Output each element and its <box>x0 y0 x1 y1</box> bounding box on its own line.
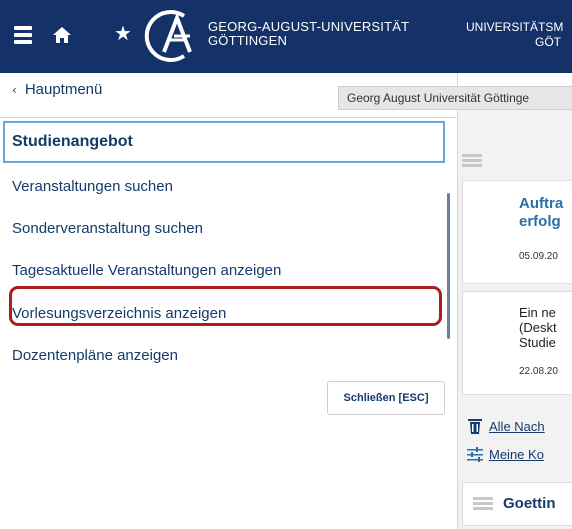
sliders-icon <box>467 447 483 462</box>
university-name-line1: GEORG-AUGUST-UNIVERSITÄT <box>208 19 410 34</box>
navigation-menu-panel: ‹ Hauptmenü Studienangebot Veranstaltung… <box>0 73 458 529</box>
all-messages-label: Alle Nach <box>489 418 545 434</box>
university-name: GEORG-AUGUST-UNIVERSITÄT GÖTTINGEN <box>208 20 409 48</box>
menu-item-search-special-events[interactable]: Sonderveranstaltung suchen <box>0 209 440 249</box>
back-to-main-menu[interactable]: ‹ Hauptmenü <box>12 81 102 98</box>
news-card[interactable]: Ein ne (Deskt Studie 22.08.20 <box>462 291 572 395</box>
my-settings-label: Meine Ko <box>489 446 544 462</box>
favorites-star-icon[interactable]: ★ <box>114 21 132 45</box>
portlet-title: Goettin <box>503 495 556 512</box>
scrollbar[interactable] <box>447 193 450 339</box>
news-card-text-line1: Ein ne <box>519 305 556 320</box>
drag-handle-icon[interactable] <box>462 154 482 157</box>
divider <box>0 117 458 118</box>
trash-icon <box>468 419 482 434</box>
drag-handle-icon[interactable] <box>473 497 493 500</box>
chevron-left-icon: ‹ <box>12 82 17 97</box>
menu-item-search-courses[interactable]: Veranstaltungen suchen <box>0 167 440 207</box>
header-right-title: UNIVERSITÄTSM GÖT <box>466 20 563 50</box>
university-name-line2: GÖTTINGEN <box>208 33 288 48</box>
hamburger-menu-icon[interactable] <box>14 26 32 44</box>
back-label: Hauptmenü <box>24 81 103 98</box>
menu-item-course-catalog[interactable]: Vorlesungsverzeichnis anzeigen <box>0 294 440 334</box>
news-card-title-line2: erfolg <box>519 213 561 230</box>
menu-item-todays-events[interactable]: Tagesaktuelle Veranstaltungen anzeigen <box>0 251 440 291</box>
news-card-text-line3: Studie <box>519 335 556 350</box>
header-right-line2: GÖT <box>535 35 561 49</box>
university-logo[interactable] <box>140 6 202 66</box>
close-button[interactable]: Schließen [ESC] <box>327 381 445 415</box>
home-icon[interactable] <box>51 24 73 46</box>
top-header: ★ GEORG-AUGUST-UNIVERSITÄT GÖTTINGEN UNI… <box>0 0 572 73</box>
my-settings-link[interactable]: Meine Ko <box>466 446 544 462</box>
news-card-title-line1: Auftra <box>519 195 564 212</box>
news-card-date: 22.08.20 <box>519 366 558 377</box>
menu-item-lecturer-schedules[interactable]: Dozentenpläne anzeigen <box>0 336 440 376</box>
news-card[interactable]: Auftra erfolg 05.09.20 <box>462 180 572 284</box>
header-right-line1: UNIVERSITÄTSM <box>466 20 564 34</box>
tooltip: Georg August Universität Göttinge <box>338 86 572 110</box>
portlet-box: Goettin <box>462 482 572 526</box>
menu-section-title[interactable]: Studienangebot <box>3 121 445 163</box>
all-messages-link[interactable]: Alle Nach <box>466 417 545 435</box>
news-card-date: 05.09.20 <box>519 251 558 262</box>
dashboard-background: Auftra erfolg 05.09.20 Ein ne (Deskt Stu… <box>458 110 572 529</box>
news-card-text-line2: (Deskt <box>519 320 557 335</box>
